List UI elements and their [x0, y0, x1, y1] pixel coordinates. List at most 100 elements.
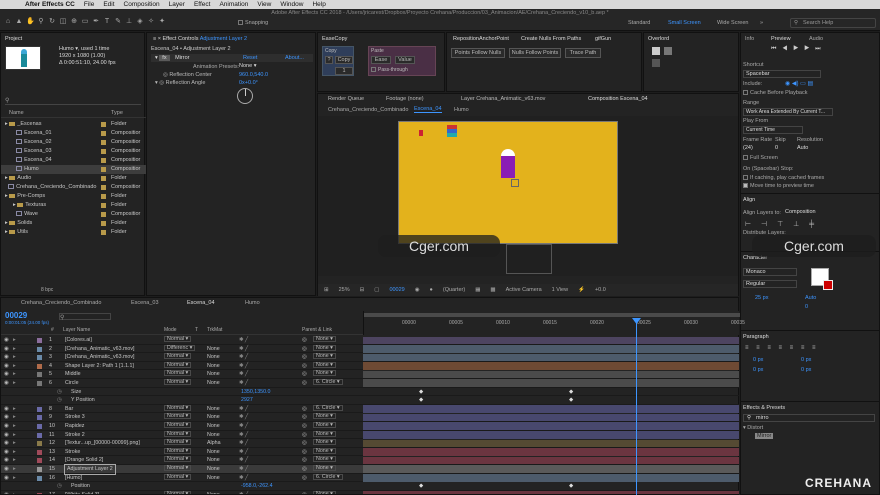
parent-dropdown[interactable]: None ▾: [313, 353, 336, 360]
mode-dropdown[interactable]: Normal ▾: [164, 473, 192, 480]
brush-tool-icon[interactable]: ✎: [114, 18, 122, 26]
trkmat-dropdown[interactable]: None: [207, 422, 220, 431]
camera-dropdown[interactable]: Active Camera: [506, 284, 542, 296]
trkmat-dropdown[interactable]: None: [207, 491, 220, 494]
trkmat-dropdown[interactable]: None: [207, 405, 220, 414]
workspace-standard[interactable]: Standard: [628, 20, 650, 26]
col-mode[interactable]: Mode: [164, 327, 177, 333]
audio-icon[interactable]: ▸: [13, 448, 16, 457]
mode-dropdown[interactable]: Normal ▾: [164, 413, 192, 420]
audio-tab[interactable]: Audio: [809, 36, 823, 42]
switches-icon[interactable]: ✱ ╱: [239, 439, 248, 448]
layer-row[interactable]: ◉ ▸ 9 Stroke 3 Normal ▾ None ✱ ╱ ◎ None ▾: [1, 413, 739, 422]
reposition-tab[interactable]: RepositionAnchorPoint: [453, 36, 509, 42]
parent-dropdown[interactable]: None ▾: [313, 439, 336, 446]
layer-label-color[interactable]: [37, 346, 42, 352]
exposure-value[interactable]: +0.0: [595, 284, 606, 296]
composition-frame[interactable]: [398, 121, 618, 244]
layer-row[interactable]: ◉ ▸ 11 Stroke 2 Normal ▾ None ✱ ╱ ◎ None ▾: [1, 430, 739, 440]
trkmat-dropdown[interactable]: None: [207, 379, 220, 388]
mode-dropdown[interactable]: Normal ▾: [164, 439, 192, 446]
switches-icon[interactable]: ✱ ╱: [239, 491, 248, 494]
layer-name[interactable]: [Crehana_Animatic_v63.mov]: [65, 345, 134, 354]
eye-icon[interactable]: ◉: [4, 456, 9, 465]
home-icon[interactable]: ⌂: [4, 18, 12, 26]
skip-dropdown[interactable]: 0: [775, 145, 778, 151]
menu-animation[interactable]: Animation: [219, 1, 248, 8]
label-color[interactable]: [101, 176, 106, 181]
trkmat-dropdown[interactable]: None: [207, 353, 220, 362]
viewer-timecode[interactable]: 00029: [389, 284, 404, 296]
label-color[interactable]: [101, 122, 106, 127]
layer-row[interactable]: ◉ ▸ 10 Rapidez Normal ▾ None ✱ ╱ ◎ None ▾: [1, 421, 739, 431]
parent-dropdown[interactable]: None ▾: [313, 490, 336, 494]
clone-tool-icon[interactable]: ⊥: [125, 18, 133, 26]
resolution-dropdown[interactable]: Auto: [797, 145, 808, 151]
project-item[interactable]: ▸ Texturas Folder: [1, 201, 146, 210]
keyframe-icon[interactable]: ◆: [419, 388, 423, 397]
range-dropdown[interactable]: Work Area Extended By Current T...: [743, 108, 833, 116]
space-after-value[interactable]: 0 px: [801, 367, 811, 373]
align-tab[interactable]: Align: [743, 197, 755, 203]
gifgun-tab[interactable]: gifGun: [595, 36, 611, 42]
eye-icon[interactable]: ◉: [4, 491, 9, 494]
layer-duration-bar[interactable]: [363, 370, 739, 379]
layer-label-color[interactable]: [37, 338, 42, 343]
frame-rate-dropdown[interactable]: (24): [743, 145, 753, 151]
layer-duration-bar[interactable]: [363, 405, 739, 413]
expand-icon[interactable]: ▾: [155, 55, 158, 61]
switches-icon[interactable]: ✱ ╱: [239, 362, 248, 371]
layer-name[interactable]: Stroke 3: [65, 413, 85, 422]
parent-dropdown[interactable]: None ▾: [313, 421, 336, 428]
eye-icon[interactable]: ◉: [4, 439, 9, 448]
project-item[interactable]: ▸ Audio Folder: [1, 174, 146, 183]
value-button[interactable]: Value: [395, 56, 415, 64]
eraser-tool-icon[interactable]: ◈: [136, 18, 144, 26]
layer-row[interactable]: ◉ ▸ 12 [Textur...up_[00000-00099].png] Norma…: [1, 439, 739, 448]
zoom-dropdown[interactable]: 25%: [339, 284, 350, 296]
layer-duration-bar[interactable]: [363, 413, 739, 422]
switches-icon[interactable]: ✱ ╱: [239, 345, 248, 354]
about-link[interactable]: About...: [285, 54, 304, 62]
label-color[interactable]: [101, 230, 106, 235]
effects-category[interactable]: ▾ Distort: [743, 425, 763, 431]
keyframe-icon[interactable]: ◆: [419, 482, 423, 491]
fill-color-swatch[interactable]: [811, 268, 833, 290]
layer-name[interactable]: Stroke: [65, 448, 80, 457]
composition-tab[interactable]: Composition Escena_04: [588, 96, 648, 102]
mode-dropdown[interactable]: Normal ▾: [164, 353, 192, 360]
col-parent[interactable]: Parent & Link: [302, 327, 332, 333]
layer-duration-bar[interactable]: [363, 439, 739, 448]
parent-dropdown[interactable]: None ▾: [313, 464, 336, 471]
layer-label-color[interactable]: [37, 380, 42, 386]
parent-pickwhip-icon[interactable]: ◎: [302, 353, 307, 362]
audio-icon[interactable]: ▸: [13, 422, 16, 431]
trkmat-dropdown[interactable]: None: [207, 431, 220, 440]
label-color[interactable]: [101, 203, 106, 208]
eye-icon[interactable]: ◉: [4, 422, 9, 431]
indent-right-value[interactable]: 0 px: [801, 357, 811, 363]
layer-name[interactable]: Stroke 2: [65, 431, 85, 440]
keyframe-icon[interactable]: ◆: [419, 396, 423, 405]
menu-file[interactable]: File: [84, 1, 94, 8]
layer-name[interactable]: [White Solid 3]: [65, 491, 99, 494]
audio-icon[interactable]: ▸: [13, 405, 16, 414]
align-buttons[interactable]: ⊢ ⊣ ⊤ ⊥ ╪: [745, 220, 818, 228]
layer-row[interactable]: ◉ ▸ 14 [Orange Solid 2] Normal ▾ None ✱ ╱ ◎ None…: [1, 456, 739, 465]
menu-help[interactable]: Help: [312, 1, 325, 8]
info-tab[interactable]: Info: [745, 36, 754, 42]
parent-pickwhip-icon[interactable]: ◎: [302, 379, 307, 388]
project-item[interactable]: ▸ Pre-Comps Folder: [1, 192, 146, 201]
roto-tool-icon[interactable]: ✧: [147, 18, 155, 26]
layer-row[interactable]: ◉ ▸ 6 Circle Normal ▾ None ✱ ╱ ◎ 6. Circle ▾: [1, 378, 739, 388]
region-icon[interactable]: ▦: [475, 284, 480, 296]
timeline-tab-escena03[interactable]: Escena_03: [131, 300, 159, 306]
pass-through-toggle[interactable]: Pass-through: [371, 67, 408, 73]
layer-label-color[interactable]: [37, 406, 42, 412]
views-dropdown[interactable]: 1 View: [552, 284, 568, 296]
mode-dropdown[interactable]: Normal ▾: [164, 378, 192, 385]
effects-item-mirror[interactable]: Mirror: [755, 433, 774, 439]
layer-row[interactable]: ◉ ▸ 13 Stroke Normal ▾ None ✱ ╱ ◎ None ▾: [1, 447, 739, 457]
tracking-value[interactable]: 0: [805, 304, 808, 310]
audio-icon[interactable]: ▸: [13, 431, 16, 440]
